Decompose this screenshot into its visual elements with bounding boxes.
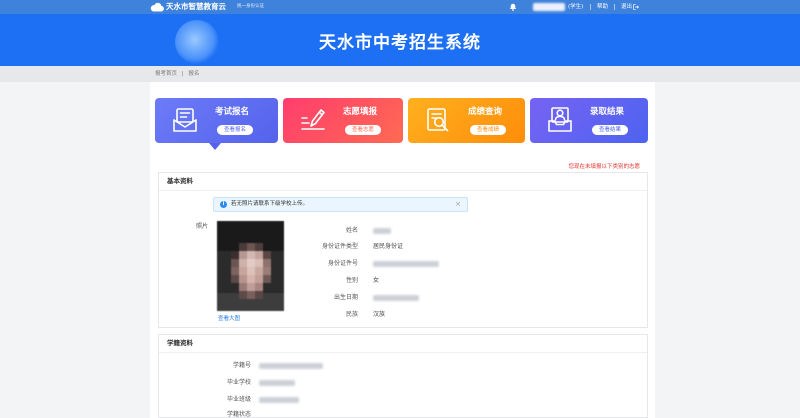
- inbox-user-icon: [548, 107, 572, 132]
- card-title: 成绩查询: [468, 107, 503, 117]
- divider: [590, 4, 591, 10]
- breadcrumb: 报考首页 | 报名: [0, 66, 800, 82]
- school-registry-section: 学籍资料 学籍号 毕业学校 毕业班级 学籍状态: [158, 334, 648, 418]
- redacted-value: [373, 294, 419, 301]
- redacted-value: [373, 227, 391, 234]
- field-value-student-number: [259, 361, 323, 372]
- field-label-id-type: 身份证件类型: [321, 243, 358, 250]
- field-label-birthdate: 出生日期: [333, 294, 358, 301]
- search-document-icon: [427, 108, 449, 132]
- field-value-id-type: 居民身份证: [373, 243, 404, 250]
- card-title: 录取结果: [590, 107, 625, 117]
- view-registration-button[interactable]: 查看报名: [217, 125, 253, 135]
- breadcrumb-current: 报名: [188, 71, 200, 77]
- field-value-id-number: [373, 259, 439, 270]
- breadcrumb-home[interactable]: 报考首页: [155, 71, 177, 77]
- divider: [614, 4, 615, 10]
- cloud-icon: [150, 2, 164, 12]
- student-photo[interactable]: [217, 221, 284, 311]
- field-value-graduation-school: [259, 378, 295, 389]
- username-redacted[interactable]: [533, 3, 565, 11]
- field-value-birthdate: [373, 293, 419, 304]
- redacted-value: [259, 379, 295, 386]
- user-role: (学生): [568, 4, 584, 10]
- field-value-name: [373, 226, 391, 237]
- alert-text: 若无照片请联系下级学校上传。: [231, 201, 309, 207]
- section-title: 基本资料: [159, 173, 647, 191]
- card-score-query[interactable]: 成绩查询 查看成绩: [408, 98, 525, 143]
- brand-name[interactable]: 天水市智慧教育云: [166, 2, 226, 12]
- redacted-value: [259, 362, 323, 369]
- basic-info-section: 基本资料 i 若无照片请联系下级学校上传。 × 照片 查看大图 姓名 身份证件类…: [158, 172, 648, 328]
- field-label-name: 姓名: [345, 227, 358, 234]
- help-link[interactable]: 帮助: [597, 3, 608, 11]
- notice-text: 您现在未填报以下类别的志愿: [568, 164, 640, 170]
- card-title: 志愿填报: [343, 107, 378, 117]
- logout-icon[interactable]: [633, 4, 639, 10]
- card-exam-registration[interactable]: 考试报名 查看报名: [155, 98, 278, 143]
- photo-label: 照片: [196, 223, 209, 230]
- field-label-graduation-school: 毕业学校: [226, 379, 251, 386]
- page-title: 天水市中考招生系统: [319, 33, 481, 53]
- pen-icon: [301, 109, 325, 130]
- field-value-gender: 女: [373, 277, 380, 284]
- banner: 天水市中考招生系统: [0, 14, 800, 66]
- field-value-graduation-class: [259, 395, 299, 406]
- card-title: 考试报名: [215, 107, 250, 117]
- view-large-photo-link[interactable]: 查看大图: [218, 315, 240, 324]
- field-label-gender: 性别: [345, 277, 358, 284]
- field-label-id-number: 身份证件号: [327, 260, 358, 267]
- breadcrumb-separator: |: [181, 71, 184, 77]
- selected-card-pointer: [209, 143, 221, 150]
- card-admission-result[interactable]: 录取结果 查看结果: [530, 98, 648, 143]
- info-alert: i 若无照片请联系下级学校上传。 ×: [213, 197, 468, 212]
- envelope-form-icon: [173, 108, 197, 132]
- view-result-button[interactable]: 查看结果: [592, 125, 628, 135]
- logout-link[interactable]: 退出: [621, 3, 632, 11]
- info-icon: i: [220, 201, 227, 208]
- bell-icon[interactable]: [509, 3, 517, 11]
- close-icon[interactable]: ×: [455, 198, 461, 211]
- view-score-button[interactable]: 查看成绩: [470, 125, 506, 135]
- field-label-registry-status: 学籍状态: [226, 411, 251, 418]
- field-label-student-number: 学籍号: [232, 362, 251, 369]
- field-value-ethnicity: 汉族: [373, 311, 386, 318]
- view-application-button[interactable]: 查看志愿: [345, 125, 381, 135]
- top-bar: 天水市智慧教育云 统一身份认证 (学生) 帮助 退出: [0, 0, 800, 14]
- field-label-ethnicity: 民族: [345, 311, 358, 318]
- brand-subtitle: 统一身份认证: [237, 4, 264, 9]
- redacted-value: [373, 260, 439, 267]
- redacted-value: [259, 396, 299, 403]
- card-application-fill[interactable]: 志愿填报 查看志愿: [283, 98, 403, 143]
- field-label-graduation-class: 毕业班级: [226, 396, 251, 403]
- section-title: 学籍资料: [159, 335, 647, 353]
